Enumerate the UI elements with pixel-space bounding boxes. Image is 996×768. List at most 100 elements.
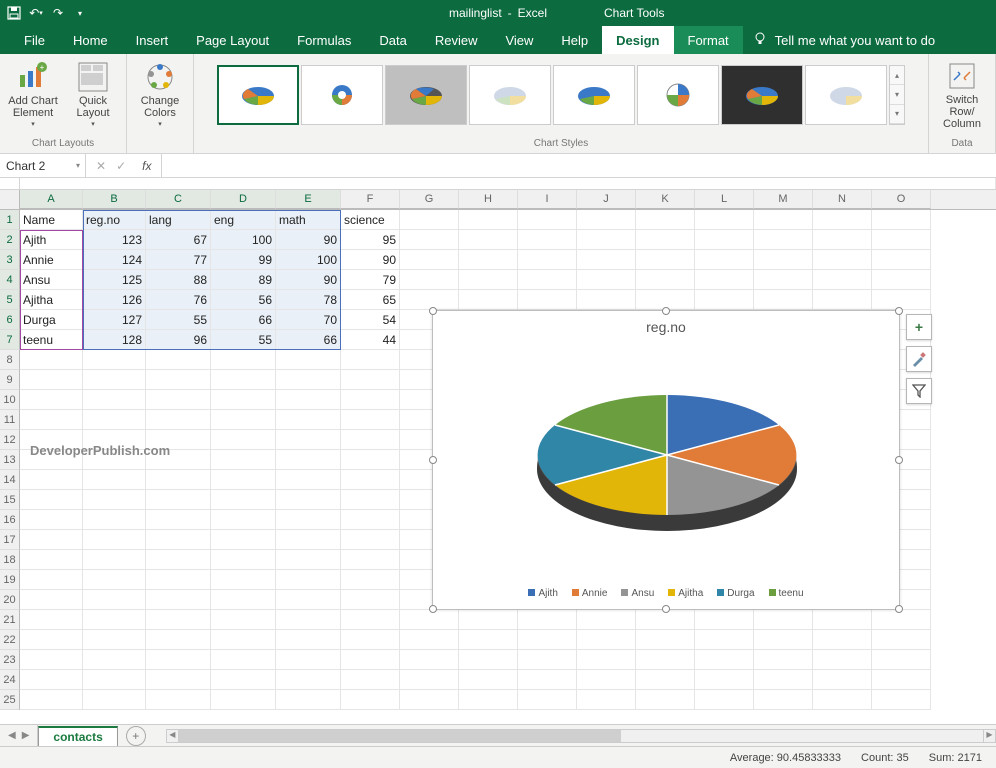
tell-me-search[interactable]: Tell me what you want to do — [753, 32, 935, 49]
cell-G2[interactable] — [400, 230, 459, 250]
tab-formulas[interactable]: Formulas — [283, 26, 365, 54]
cell-E8[interactable] — [276, 350, 341, 370]
cell-O24[interactable] — [872, 670, 931, 690]
cell-K1[interactable] — [636, 210, 695, 230]
cell-F7[interactable]: 44 — [341, 330, 400, 350]
cell-E16[interactable] — [276, 510, 341, 530]
cell-B16[interactable] — [83, 510, 146, 530]
row-header-15[interactable]: 15 — [0, 490, 20, 510]
chart-styles-button[interactable] — [906, 346, 932, 372]
cell-B23[interactable] — [83, 650, 146, 670]
cell-K22[interactable] — [636, 630, 695, 650]
cell-D10[interactable] — [211, 390, 276, 410]
resize-handle-s[interactable] — [662, 605, 670, 613]
cell-D24[interactable] — [211, 670, 276, 690]
cell-M21[interactable] — [754, 610, 813, 630]
cell-N21[interactable] — [813, 610, 872, 630]
cell-I2[interactable] — [518, 230, 577, 250]
cell-D11[interactable] — [211, 410, 276, 430]
cell-E11[interactable] — [276, 410, 341, 430]
cell-O2[interactable] — [872, 230, 931, 250]
row-header-12[interactable]: 12 — [0, 430, 20, 450]
sheet-nav[interactable]: ◀ ▶ — [0, 725, 38, 746]
cell-G1[interactable] — [400, 210, 459, 230]
qat-customize-icon[interactable]: ▾ — [70, 3, 90, 23]
column-header-D[interactable]: D — [211, 190, 276, 209]
cell-B10[interactable] — [83, 390, 146, 410]
cell-D22[interactable] — [211, 630, 276, 650]
cancel-icon[interactable]: ✕ — [96, 159, 106, 173]
cell-O1[interactable] — [872, 210, 931, 230]
cell-C19[interactable] — [146, 570, 211, 590]
cell-H25[interactable] — [459, 690, 518, 710]
cell-F9[interactable] — [341, 370, 400, 390]
cell-D23[interactable] — [211, 650, 276, 670]
cell-G21[interactable] — [400, 610, 459, 630]
cell-B11[interactable] — [83, 410, 146, 430]
cell-F14[interactable] — [341, 470, 400, 490]
cell-K21[interactable] — [636, 610, 695, 630]
cell-D17[interactable] — [211, 530, 276, 550]
cell-D9[interactable] — [211, 370, 276, 390]
cell-B8[interactable] — [83, 350, 146, 370]
cell-F4[interactable]: 79 — [341, 270, 400, 290]
cell-N3[interactable] — [813, 250, 872, 270]
tab-file[interactable]: File — [10, 26, 59, 54]
cell-A10[interactable] — [20, 390, 83, 410]
resize-handle-sw[interactable] — [429, 605, 437, 613]
cell-A9[interactable] — [20, 370, 83, 390]
cell-C18[interactable] — [146, 550, 211, 570]
row-header-23[interactable]: 23 — [0, 650, 20, 670]
chart-legend[interactable]: AjithAnnieAnsuAjithaDurgateenu — [433, 588, 899, 599]
cell-N2[interactable] — [813, 230, 872, 250]
cell-J3[interactable] — [577, 250, 636, 270]
cell-C20[interactable] — [146, 590, 211, 610]
row-header-21[interactable]: 21 — [0, 610, 20, 630]
select-all-corner[interactable] — [0, 190, 20, 210]
row-header-14[interactable]: 14 — [0, 470, 20, 490]
cell-H24[interactable] — [459, 670, 518, 690]
cell-D13[interactable] — [211, 450, 276, 470]
cell-E14[interactable] — [276, 470, 341, 490]
row-header-6[interactable]: 6 — [0, 310, 20, 330]
cell-B21[interactable] — [83, 610, 146, 630]
tab-insert[interactable]: Insert — [122, 26, 183, 54]
cell-E19[interactable] — [276, 570, 341, 590]
chart-style-thumb-6[interactable] — [637, 65, 719, 125]
cell-N23[interactable] — [813, 650, 872, 670]
cell-I25[interactable] — [518, 690, 577, 710]
resize-handle-ne[interactable] — [895, 307, 903, 315]
cell-G24[interactable] — [400, 670, 459, 690]
cell-L2[interactable] — [695, 230, 754, 250]
cell-F20[interactable] — [341, 590, 400, 610]
cell-J22[interactable] — [577, 630, 636, 650]
cell-A3[interactable]: Annie — [20, 250, 83, 270]
cell-H5[interactable] — [459, 290, 518, 310]
cell-D19[interactable] — [211, 570, 276, 590]
cell-K23[interactable] — [636, 650, 695, 670]
cell-C15[interactable] — [146, 490, 211, 510]
row-header-22[interactable]: 22 — [0, 630, 20, 650]
column-header-B[interactable]: B — [83, 190, 146, 209]
undo-icon[interactable]: ↶▾ — [26, 3, 46, 23]
cell-C11[interactable] — [146, 410, 211, 430]
cell-C25[interactable] — [146, 690, 211, 710]
cell-C3[interactable]: 77 — [146, 250, 211, 270]
cell-I24[interactable] — [518, 670, 577, 690]
change-colors-button[interactable]: Change Colors ▾ — [133, 61, 187, 129]
row-header-1[interactable]: 1 — [0, 210, 20, 230]
row-header-18[interactable]: 18 — [0, 550, 20, 570]
chart-elements-button[interactable]: + — [906, 314, 932, 340]
resize-handle-w[interactable] — [429, 456, 437, 464]
cell-N24[interactable] — [813, 670, 872, 690]
cell-F10[interactable] — [341, 390, 400, 410]
cell-I3[interactable] — [518, 250, 577, 270]
cell-L24[interactable] — [695, 670, 754, 690]
cell-H4[interactable] — [459, 270, 518, 290]
cell-F12[interactable] — [341, 430, 400, 450]
chart-filters-button[interactable] — [906, 378, 932, 404]
cell-I5[interactable] — [518, 290, 577, 310]
cell-A23[interactable] — [20, 650, 83, 670]
cell-M22[interactable] — [754, 630, 813, 650]
cell-A19[interactable] — [20, 570, 83, 590]
